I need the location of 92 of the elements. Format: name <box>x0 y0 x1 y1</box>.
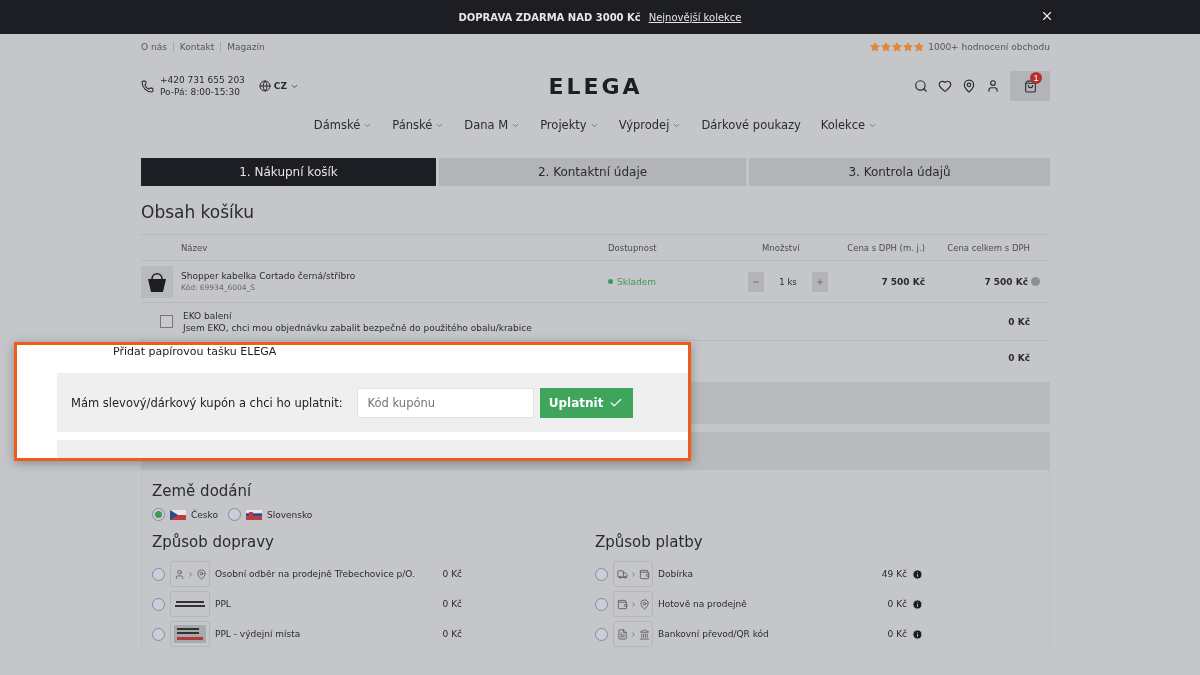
language-selector[interactable]: CZ <box>258 80 299 92</box>
promo-link[interactable]: Nejnovější kolekce <box>648 11 742 23</box>
section-title: Způsob dopravy <box>152 533 275 551</box>
search-icon[interactable] <box>914 79 928 93</box>
product-thumbnail[interactable] <box>141 265 173 298</box>
radio-button[interactable] <box>152 508 165 521</box>
column-header: Cena s DPH (m. j.) <box>846 242 926 253</box>
wallet-to-pin-icon <box>613 591 653 617</box>
quantity-value: 1 ks <box>778 276 798 287</box>
close-icon <box>1040 9 1054 23</box>
heart-icon[interactable] <box>938 79 952 93</box>
coupon-label: Mám slevový/dárkový kupón a chci ho uplatnit: <box>71 395 343 410</box>
cart-title: Obsah košíku <box>141 201 255 224</box>
column-header: Cena celkem s DPH <box>946 242 1031 253</box>
country-label: Slovensko <box>266 509 313 520</box>
option-price: 0 Kč <box>442 569 462 579</box>
radio-button[interactable] <box>595 567 608 581</box>
extra-price: 0 Kč <box>1008 352 1031 363</box>
column-header: Název <box>180 242 209 253</box>
section-title: Země dodání <box>152 482 253 500</box>
extra-title: EKO balení <box>183 310 233 321</box>
info-icon[interactable] <box>912 598 923 610</box>
nav-item[interactable]: Dárkové poukazy <box>701 118 801 132</box>
product-name[interactable]: Shopper kabelka Cortado černá/stříbro <box>181 271 608 281</box>
top-link[interactable]: O nás <box>141 42 173 52</box>
option-label: Osobní odběr na prodejně Třebechovice p/O. <box>215 569 416 579</box>
handbag-icon <box>145 270 169 293</box>
radio-button[interactable] <box>152 627 165 641</box>
close-button[interactable] <box>1040 9 1054 23</box>
nav-item[interactable]: Pánské <box>392 118 445 132</box>
nav-item[interactable]: Projekty <box>540 118 599 132</box>
checkbox[interactable] <box>160 315 173 328</box>
total-price: 7 500 Kč <box>984 276 1028 287</box>
remove-button[interactable] <box>1031 277 1040 286</box>
radio-button[interactable] <box>227 508 241 521</box>
option-price: 0 Kč <box>887 599 907 609</box>
extra-description: Jsem EKO, chci mou objednávku zabalit bezpečně do použitého obalu/krabice <box>183 322 532 333</box>
truck-to-wallet-icon <box>613 561 653 587</box>
plus-icon <box>816 277 824 286</box>
step-tab[interactable]: 3. Kontrola údajů <box>749 158 1050 186</box>
option-label: PPL - výdejní místa <box>215 629 302 639</box>
globe-icon <box>258 80 271 92</box>
pin-icon[interactable] <box>962 79 976 93</box>
flag-icon <box>170 509 186 520</box>
logo[interactable]: ELEGA <box>548 73 643 99</box>
column-header: Dostupnost <box>608 242 658 253</box>
info-icon[interactable] <box>912 628 923 640</box>
section-title: Způsob platby <box>595 533 704 551</box>
option-price: 0 Kč <box>442 629 462 639</box>
radio-button[interactable] <box>152 597 165 611</box>
opening-hours: Po-Pá: 8:00-15:30 <box>160 86 241 98</box>
phone-icon <box>141 79 154 93</box>
minus-button[interactable] <box>748 271 764 292</box>
availability: Skladem <box>608 276 748 287</box>
plus-button[interactable] <box>812 271 828 292</box>
option-price: 49 Kč <box>881 569 907 579</box>
rating-text: 1000+ hodnocení obchodu <box>928 42 1050 52</box>
option-price: 0 Kč <box>442 599 462 609</box>
nav-item[interactable]: Dámské <box>313 118 373 132</box>
coupon-field[interactable]: Kód kupónu <box>356 387 534 418</box>
document-to-bank-icon <box>613 621 653 647</box>
option-label: Dobírka <box>658 569 694 579</box>
option-label: Hotově na prodejně <box>658 599 748 609</box>
stripes-logo-icon <box>170 621 210 647</box>
cart-button[interactable]: 1 <box>1010 71 1050 101</box>
nav-item[interactable]: Dana M <box>464 118 521 132</box>
nav-item[interactable]: Výprodej <box>618 118 682 132</box>
radio-button[interactable] <box>595 597 608 611</box>
user-icon[interactable] <box>986 79 1000 93</box>
unit-price: 7 500 Kč <box>880 276 926 287</box>
step-tab[interactable]: 1. Nákupní košík <box>141 158 436 186</box>
option-price: 0 Kč <box>887 629 907 639</box>
top-link[interactable]: Magazín <box>220 42 271 52</box>
country-label: Česko <box>191 509 218 520</box>
option-label: PPL <box>215 599 232 609</box>
flag-icon <box>245 509 262 520</box>
radio-button[interactable] <box>595 627 608 641</box>
promo-text: DOPRAVA ZDARMA NAD 3000 Kč <box>458 11 641 23</box>
person-to-pin-icon <box>170 561 210 587</box>
cart-count: 1 <box>1030 72 1042 84</box>
option-label: Bankovní převod/QR kód <box>658 629 770 639</box>
phone-number: +420 731 655 203 <box>160 74 245 86</box>
stripes-logo-icon <box>170 591 210 617</box>
cart-icon <box>1023 79 1037 93</box>
nav-item[interactable]: Kolekce <box>820 118 878 132</box>
top-link[interactable]: Kontakt <box>172 42 221 52</box>
step-tab[interactable]: 2. Kontaktní údaje <box>439 158 746 186</box>
extra-price: 0 Kč <box>1008 316 1031 327</box>
radio-button[interactable] <box>152 567 165 581</box>
column-header: Množství <box>761 242 801 253</box>
info-icon[interactable] <box>912 568 923 580</box>
paper-bag-label: Přidat papírovou tašku ELEGA <box>112 345 278 360</box>
